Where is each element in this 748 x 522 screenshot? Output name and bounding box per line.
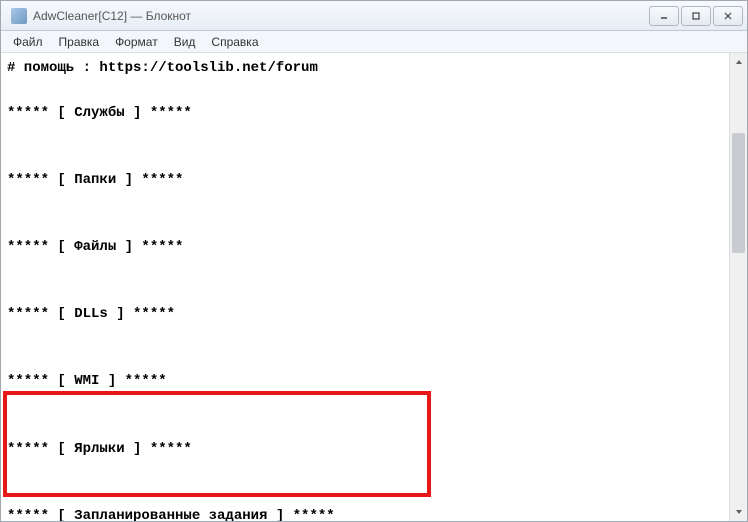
notepad-window: AdwCleaner[C12] — Блокнот Файл Правка Фо… bbox=[0, 0, 748, 522]
scroll-down-arrow[interactable] bbox=[730, 503, 747, 521]
window-title: AdwCleaner[C12] — Блокнот bbox=[33, 9, 649, 23]
text-line: ***** [ Файлы ] ***** bbox=[7, 239, 183, 255]
content-area: # помощь : https://toolslib.net/forum **… bbox=[1, 53, 747, 521]
close-button[interactable] bbox=[713, 6, 743, 26]
vertical-scrollbar[interactable] bbox=[729, 53, 747, 521]
scroll-thumb[interactable] bbox=[732, 133, 745, 253]
titlebar[interactable]: AdwCleaner[C12] — Блокнот bbox=[1, 1, 747, 31]
maximize-button[interactable] bbox=[681, 6, 711, 26]
menu-edit[interactable]: Правка bbox=[51, 33, 108, 51]
menubar: Файл Правка Формат Вид Справка bbox=[1, 31, 747, 53]
minimize-button[interactable] bbox=[649, 6, 679, 26]
text-editor[interactable]: # помощь : https://toolslib.net/forum **… bbox=[1, 53, 729, 521]
scroll-up-arrow[interactable] bbox=[730, 53, 747, 71]
text-line: ***** [ DLLs ] ***** bbox=[7, 306, 175, 322]
text-line: ***** [ Папки ] ***** bbox=[7, 172, 183, 188]
text-line: # помощь : https://toolslib.net/forum bbox=[7, 60, 318, 76]
app-icon bbox=[11, 8, 27, 24]
menu-file[interactable]: Файл bbox=[5, 33, 51, 51]
menu-format[interactable]: Формат bbox=[107, 33, 166, 51]
text-line: ***** [ WMI ] ***** bbox=[7, 373, 167, 389]
menu-view[interactable]: Вид bbox=[166, 33, 204, 51]
text-line: ***** [ Запланированные задания ] ***** bbox=[7, 508, 335, 521]
text-line: ***** [ Службы ] ***** bbox=[7, 105, 192, 121]
window-controls bbox=[649, 6, 743, 26]
text-line: ***** [ Ярлыки ] ***** bbox=[7, 441, 192, 457]
menu-help[interactable]: Справка bbox=[203, 33, 266, 51]
